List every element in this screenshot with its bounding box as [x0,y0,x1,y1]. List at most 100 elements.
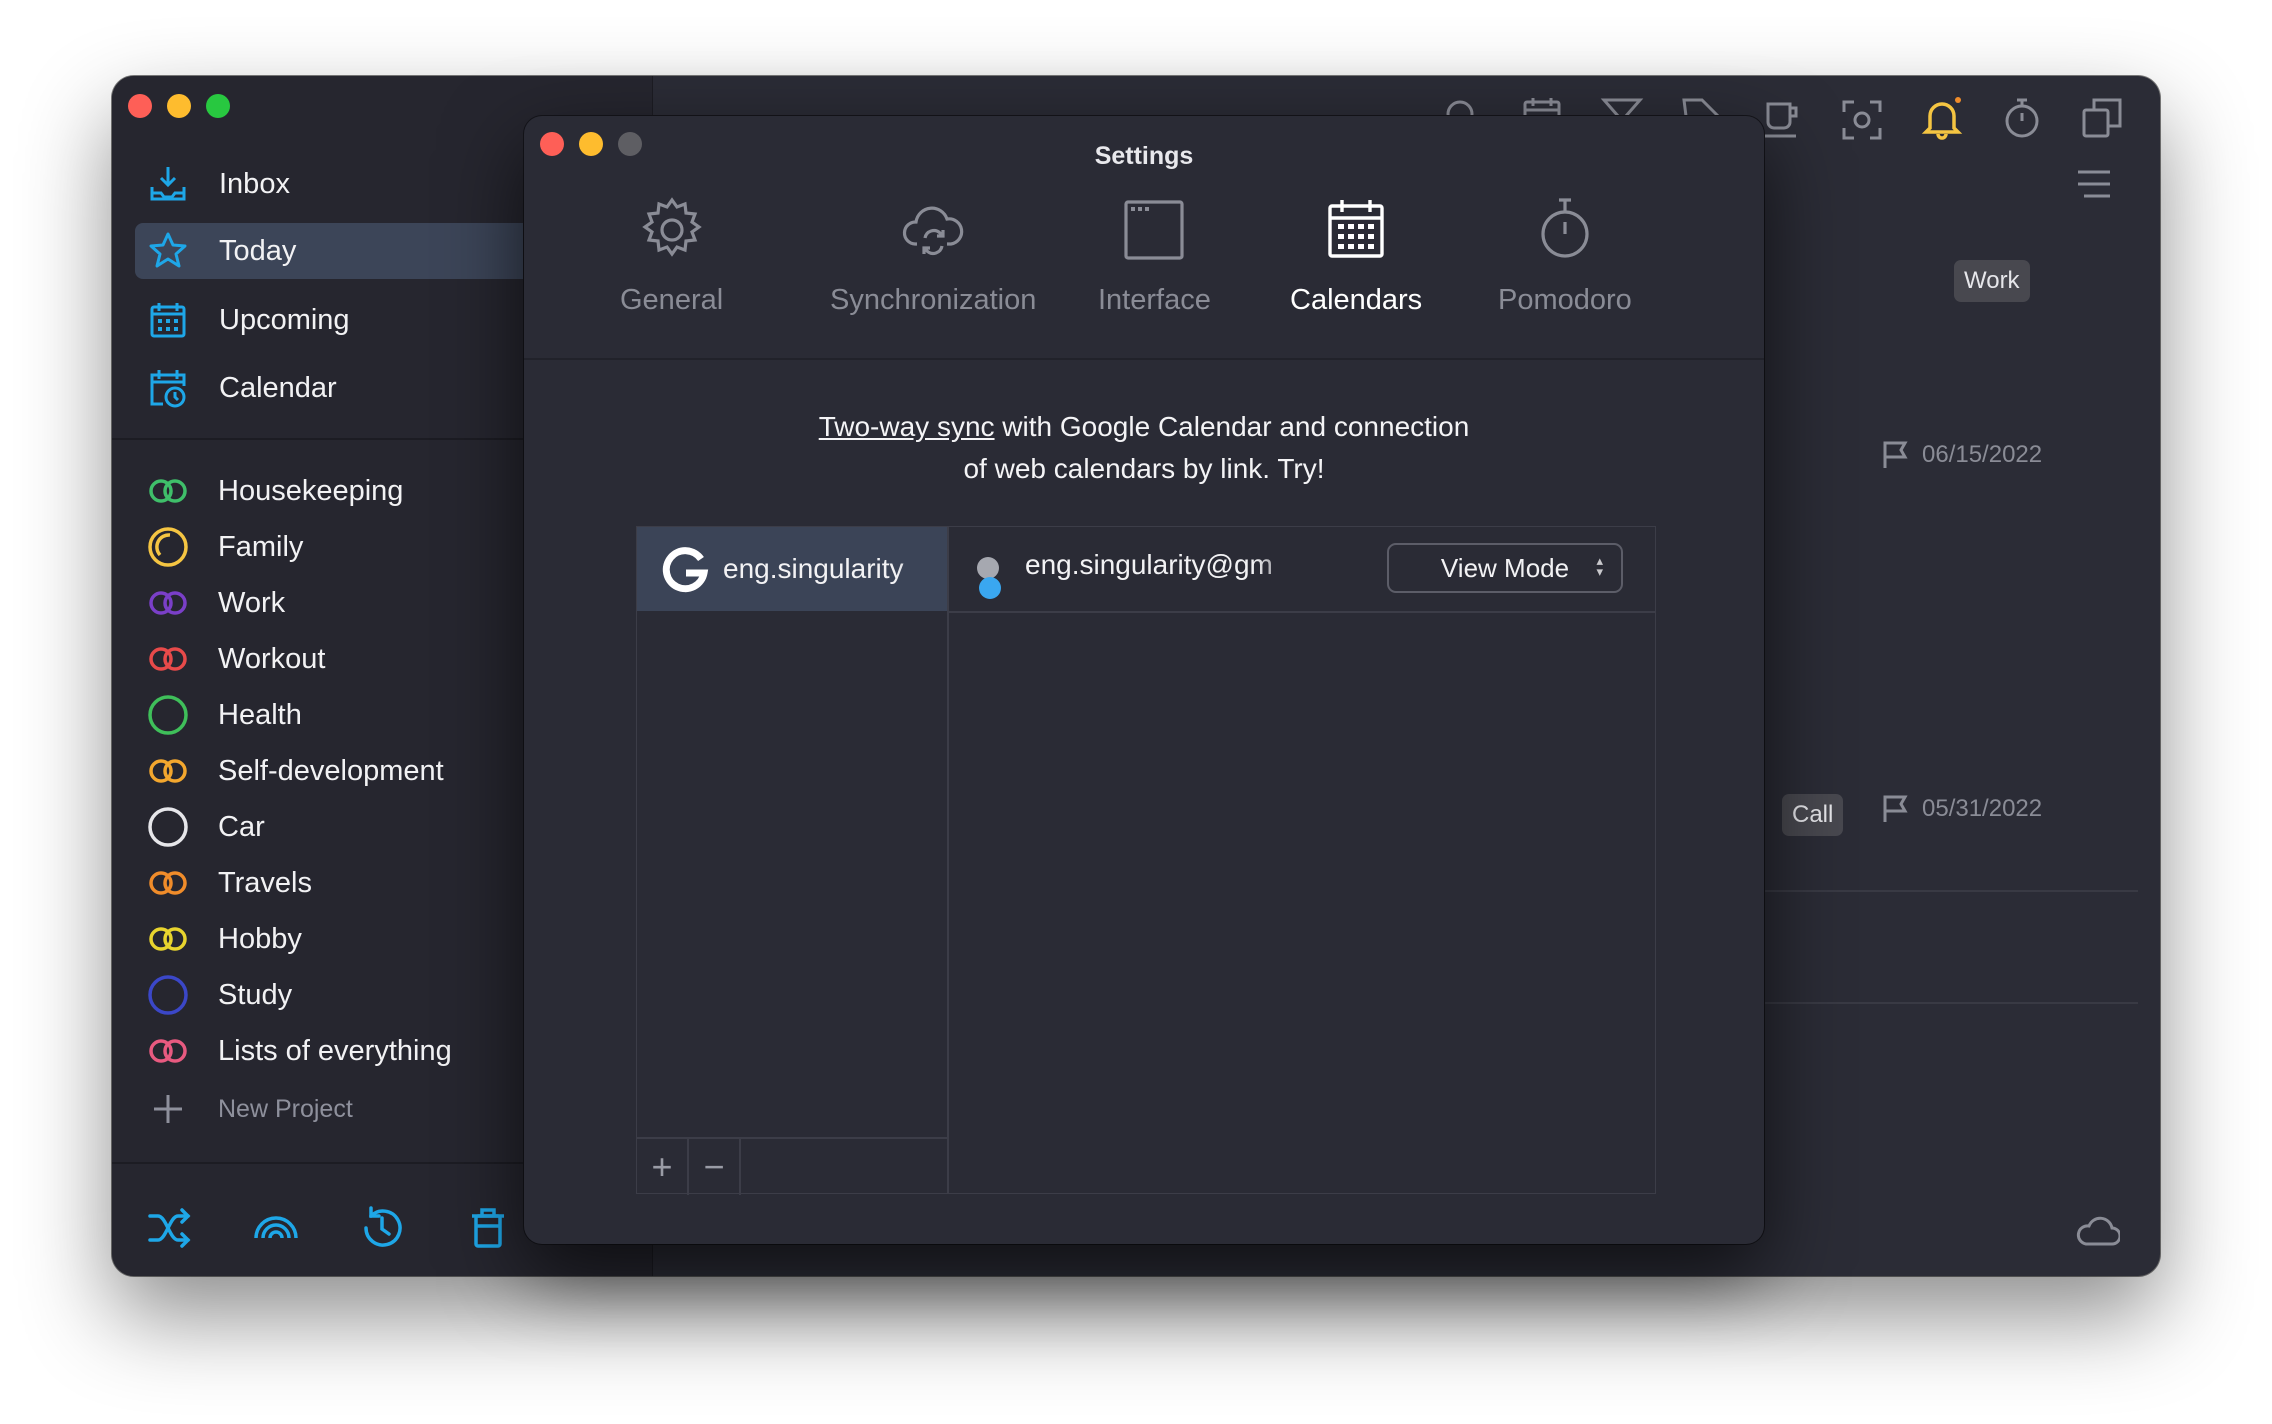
account-actions: + − [637,1137,947,1195]
new-project-button[interactable]: New Project [146,1084,353,1134]
nav-label: Today [219,234,297,267]
promo-line-1: with Google Calendar and connection [994,411,1470,442]
copy-window-icon[interactable] [2080,96,2124,140]
tab-label: Synchronization [830,284,1037,316]
menu-icon[interactable] [2072,162,2116,206]
project-label: Lists of everything [218,1034,452,1067]
project-car[interactable]: Car [146,802,265,852]
cloud-sync-icon [903,206,964,256]
infinity-circle-icon [149,591,187,615]
flag-icon [1883,795,1908,822]
project-workout[interactable]: Workout [146,634,325,684]
nav-label: Upcoming [219,303,350,336]
tab-calendars[interactable]: Calendars [1290,194,1422,317]
history-icon[interactable] [358,1204,406,1252]
zoom-window-button[interactable] [206,94,230,118]
crescent-circle-icon [148,527,188,567]
project-label: Hobby [218,922,302,955]
project-health[interactable]: Health [146,690,302,740]
project-label: Family [218,530,304,563]
account-name: eng.singularity [723,553,904,584]
view-mode-value: View Mode [1440,552,1570,583]
window-icon [1124,200,1185,260]
project-study[interactable]: Study [146,970,292,1020]
due-date: 06/15/2022 [1880,440,2042,470]
project-lists-of-everything[interactable]: Lists of everything [146,1026,452,1076]
tag-call[interactable]: Call [1782,794,1844,836]
focus-icon[interactable] [1840,98,1884,142]
trash-icon[interactable] [464,1204,512,1252]
nav-label: Calendar [219,371,337,404]
settings-title: Settings [1094,142,1194,170]
project-travels[interactable]: Travels [146,858,312,908]
minimize-window-button[interactable] [167,94,191,118]
plus-icon [154,1095,182,1123]
due-date: 05/31/2022 [1880,794,2042,824]
infinity-circle-icon [149,1039,187,1063]
infinity-circle-icon [149,871,187,895]
star-icon [149,232,187,268]
account-row[interactable]: eng.singularity [637,527,947,611]
two-way-sync-link[interactable]: Two-way sync [819,411,995,442]
project-label: Self-development [218,754,444,787]
timer-icon[interactable] [2000,96,2044,140]
infinity-circle-icon [149,927,187,951]
infinity-circle-icon [149,759,187,783]
settings-divider [524,358,1764,360]
due-date-text: 06/15/2022 [1922,441,2043,468]
accounts-list: eng.singularity + − [637,527,949,1195]
calendar-icon [1328,200,1384,258]
view-mode-select[interactable]: View Mode ▴ ▾ [1387,543,1623,593]
project-label: Health [218,698,302,731]
tab-label: General [620,284,724,316]
cloud-icon[interactable] [2076,1210,2120,1254]
new-project-label: New Project [218,1094,353,1123]
project-hobby[interactable]: Hobby [146,914,302,964]
tab-label: Pomodoro [1498,284,1632,316]
tab-interface[interactable]: Interface [1098,194,1211,317]
tab-general[interactable]: General [620,194,723,317]
calendar-clock-icon [150,370,186,408]
inbox-icon [150,167,186,201]
coffee-icon[interactable] [1760,98,1804,142]
project-housekeeping[interactable]: Housekeeping [146,466,403,516]
select-arrows-icon: ▴ ▾ [1596,553,1603,579]
accounts-panel: eng.singularity + − eng.singularity@gm V… [636,526,1656,1195]
shuffle-icon[interactable] [146,1204,194,1252]
project-label: Work [218,586,286,619]
infinity-circle-icon [149,647,187,671]
calendar-color-dot[interactable] [973,555,1005,601]
project-label: Travels [218,866,312,899]
remove-account-button[interactable]: − [689,1139,741,1195]
tab-synchronization[interactable]: Synchronization [830,194,1036,317]
stopwatch-icon [1541,198,1589,258]
row-divider [1752,890,2138,892]
flag-icon [1883,441,1908,468]
project-label: Workout [218,642,326,675]
tab-label: Interface [1098,284,1211,316]
project-family[interactable]: Family [146,522,303,572]
bell-icon[interactable] [1920,96,1964,140]
project-label: Study [218,978,293,1011]
circle-icon [148,695,188,735]
add-account-button[interactable]: + [637,1139,689,1195]
project-self-development[interactable]: Self-development [146,746,444,796]
tag-work[interactable]: Work [1954,260,2030,302]
circle-icon [148,975,188,1015]
project-label: Housekeeping [218,474,404,507]
project-label: Car [218,810,265,843]
settings-window: Settings General Synchronization Interfa… [524,116,1764,1244]
project-work[interactable]: Work [146,578,285,628]
tab-label: Calendars [1290,284,1423,316]
window-controls [128,94,230,118]
circle-icon [148,807,188,847]
calendar-grid-icon [150,303,186,338]
calendar-row: eng.singularity@gm View Mode ▴ ▾ [949,527,1655,613]
tab-pomodoro[interactable]: Pomodoro [1498,194,1632,317]
due-date-text: 05/31/2022 [1922,795,2043,822]
sync-promo: Two-way sync with Google Calendar and co… [524,406,1764,490]
promo-line-2: of web calendars by link. Try! [963,453,1325,484]
rainbow-icon[interactable] [252,1204,300,1252]
gear-icon [641,197,702,257]
close-window-button[interactable] [128,94,152,118]
